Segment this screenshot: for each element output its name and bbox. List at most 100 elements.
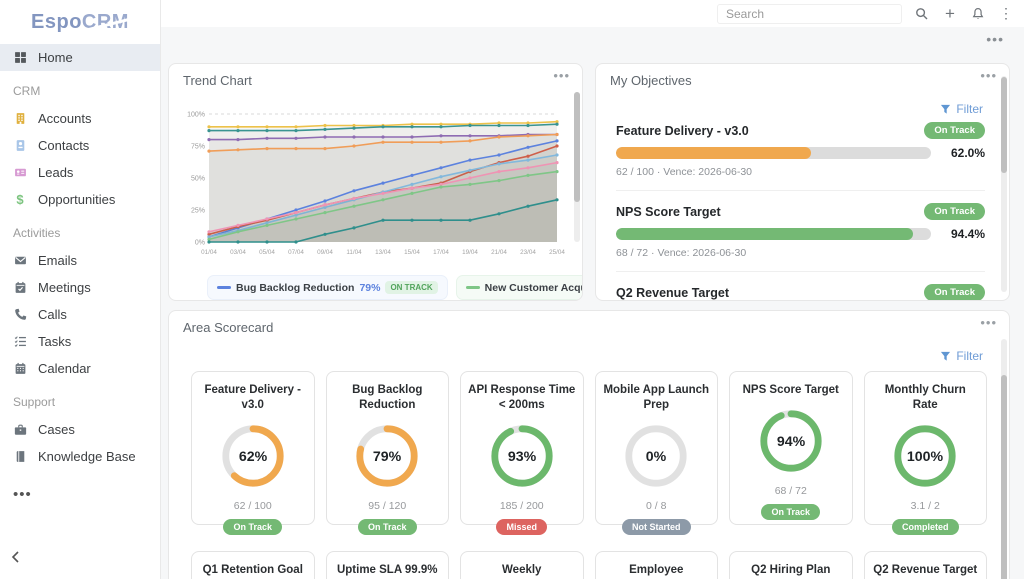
panel-menu-button[interactable]: •••: [980, 68, 997, 83]
sidebar-item-tasks[interactable]: Tasks: [0, 328, 160, 355]
sidebar-item-label: Knowledge Base: [38, 449, 136, 464]
donut-chart: 79%: [353, 422, 421, 490]
legend-swatch: [466, 286, 480, 289]
sidebar-more-button[interactable]: •••: [0, 470, 160, 503]
card-title: Q2 Hiring Plan: [751, 563, 830, 578]
objective-item[interactable]: NPS Score Target On Track 94.4% 68 / 72 …: [616, 203, 985, 259]
building-icon: [13, 112, 27, 126]
scorecard-card[interactable]: Bug Backlog Reduction 79% 95 / 120 On Tr…: [326, 371, 450, 525]
sidebar-item-label: Leads: [38, 165, 73, 180]
panel-menu-button[interactable]: •••: [553, 68, 570, 83]
scorecard-card[interactable]: NPS Score Target 94% 68 / 72 On Track: [729, 371, 853, 525]
svg-text:75%: 75%: [191, 144, 205, 151]
objectives-list: Feature Delivery - v3.0 On Track 62.0% 6…: [596, 122, 1009, 301]
scorecard-card[interactable]: Uptime SLA 99.9%: [326, 551, 450, 579]
progress-track: [616, 147, 931, 159]
card-status-badge: Not Started: [622, 519, 691, 535]
sidebar-item-label: Cases: [38, 422, 75, 437]
card-status-badge: On Track: [358, 519, 417, 535]
scorecard-card[interactable]: Q1 Retention Goal: [191, 551, 315, 579]
panel-scrollbar-thumb[interactable]: [1001, 375, 1007, 579]
chart-legend: Bug Backlog Reduction 79% ON TRACK New C…: [207, 275, 582, 300]
objective-subtext: 68 / 72 · Vence: 2026-06-30: [616, 247, 985, 259]
card-status-badge: On Track: [223, 519, 282, 535]
logo-text-espo: Espo: [31, 11, 82, 33]
sidebar-item-label: Meetings: [38, 280, 91, 295]
sidebar-item-label: Calls: [38, 307, 67, 322]
card-title: Uptime SLA 99.9%: [337, 563, 438, 578]
bell-icon[interactable]: [970, 6, 986, 22]
card-status-badge: On Track: [761, 504, 820, 520]
sidebar-item-emails[interactable]: Emails: [0, 247, 160, 274]
menu-dots-vertical-icon[interactable]: ⋮: [998, 6, 1014, 22]
svg-text:17/04: 17/04: [433, 249, 449, 256]
svg-text:11/04: 11/04: [346, 249, 362, 256]
svg-text:0%: 0%: [195, 240, 205, 247]
svg-text:23/04: 23/04: [520, 249, 536, 256]
objective-percent: 62.0%: [941, 146, 985, 160]
scorecard-card[interactable]: Employee Satisfaction: [595, 551, 719, 579]
app-logo[interactable]: EspoCRM: [0, 0, 160, 44]
donut-chart: 94%: [757, 407, 825, 475]
legend-status-badge: ON TRACK: [385, 281, 437, 294]
progress-fill: [616, 147, 811, 159]
scorecard-card[interactable]: Weekly Deployment: [460, 551, 584, 579]
funnel-icon: [940, 351, 951, 362]
objective-item[interactable]: Feature Delivery - v3.0 On Track 62.0% 6…: [616, 122, 985, 178]
id-card-icon: [13, 166, 27, 180]
search-input[interactable]: [717, 4, 902, 24]
scorecard-card[interactable]: Q2 Revenue Target: [864, 551, 988, 579]
svg-text:25%: 25%: [191, 208, 205, 215]
svg-text:100%: 100%: [187, 112, 205, 119]
contact-card-icon: [13, 139, 27, 153]
scorecard-card[interactable]: Feature Delivery - v3.0 62% 62 / 100 On …: [191, 371, 315, 525]
dashboard-menu-button[interactable]: •••: [986, 35, 1004, 43]
panel-menu-button[interactable]: •••: [980, 315, 997, 330]
sidebar-item-cases[interactable]: Cases: [0, 416, 160, 443]
scorecard-card[interactable]: API Response Time < 200ms 93% 185 / 200 …: [460, 371, 584, 525]
donut-chart: 62%: [219, 422, 287, 490]
sidebar-collapse-button[interactable]: [10, 550, 22, 569]
objective-status-badge: On Track: [924, 122, 985, 139]
sidebar-item-home[interactable]: Home: [0, 44, 160, 71]
search-icon[interactable]: [914, 6, 930, 22]
funnel-icon: [940, 104, 951, 115]
card-ratio: 0 / 8: [646, 500, 666, 512]
filter-button[interactable]: Filter: [169, 341, 1009, 369]
trend-line-chart: 0%25%50%75%100%01/0403/0405/0407/0409/04…: [177, 102, 569, 274]
card-title: Q2 Revenue Target: [873, 563, 977, 578]
calendar-icon: [13, 362, 27, 376]
scorecard-card[interactable]: Mobile App Launch Prep 0% 0 / 8 Not Star…: [595, 371, 719, 525]
sidebar-item-accounts[interactable]: Accounts: [0, 105, 160, 132]
dashboard: ••• Trend Chart ••• 0%25%50%75%100%01/04…: [161, 27, 1024, 579]
scorecard-card[interactable]: Q2 Hiring Plan: [729, 551, 853, 579]
svg-text:62%: 62%: [239, 449, 268, 465]
sidebar-item-opportunities[interactable]: $ Opportunities: [0, 186, 160, 213]
svg-text:09/04: 09/04: [317, 249, 333, 256]
filter-button[interactable]: Filter: [596, 94, 1009, 122]
objective-item[interactable]: Q2 Revenue Target On Track 75.0% 187.500…: [616, 284, 985, 301]
quick-create-icon[interactable]: +: [942, 6, 958, 22]
panel-scrollbar-thumb[interactable]: [1001, 77, 1007, 173]
legend-item[interactable]: Bug Backlog Reduction 79% ON TRACK: [207, 275, 448, 300]
calendar-check-icon: [13, 281, 27, 295]
sidebar-item-label: Home: [38, 50, 73, 65]
sidebar-item-knowledge-base[interactable]: Knowledge Base: [0, 443, 160, 470]
objective-title: NPS Score Target: [616, 205, 721, 219]
sidebar-item-leads[interactable]: Leads: [0, 159, 160, 186]
svg-text:15/04: 15/04: [404, 249, 420, 256]
objective-percent: 94.4%: [941, 227, 985, 241]
sidebar-item-contacts[interactable]: Contacts: [0, 132, 160, 159]
objective-subtext: 62 / 100 · Vence: 2026-06-30: [616, 166, 985, 178]
trend-chart-panel: Trend Chart ••• 0%25%50%75%100%01/0403/0…: [168, 63, 583, 301]
scorecard-card[interactable]: Monthly Churn Rate 100% 3.1 / 2 Complete…: [864, 371, 988, 525]
legend-item[interactable]: New Customer Acqui... 55% ON TRACK: [456, 275, 583, 300]
sidebar-item-calls[interactable]: Calls: [0, 301, 160, 328]
card-title: Monthly Churn Rate: [872, 383, 980, 413]
svg-text:01/04: 01/04: [201, 249, 217, 256]
progress-track: [616, 228, 931, 240]
sidebar-item-calendar[interactable]: Calendar: [0, 355, 160, 382]
panel-scrollbar-thumb[interactable]: [574, 92, 580, 202]
card-status-badge: Missed: [496, 519, 547, 535]
sidebar-item-meetings[interactable]: Meetings: [0, 274, 160, 301]
